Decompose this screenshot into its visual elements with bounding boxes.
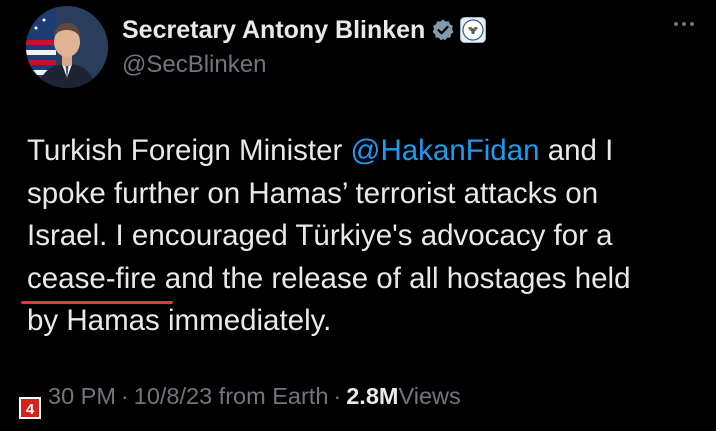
name-row: Secretary Antony Blinken bbox=[122, 14, 487, 46]
red-underline-annotation bbox=[21, 301, 173, 304]
display-name[interactable]: Secretary Antony Blinken bbox=[122, 16, 425, 45]
tweet-card: Secretary Antony Blinken @SecBlinken Tur… bbox=[0, 0, 716, 431]
highlighted-phrase: cease-fire bbox=[21, 258, 173, 304]
tweet-date-source[interactable]: 10/8/23 from Earth bbox=[134, 383, 329, 410]
annotation-marker: 4 bbox=[19, 397, 41, 419]
tweet-text-segment: Turkish Foreign Minister bbox=[27, 134, 351, 167]
state-department-seal-icon[interactable] bbox=[460, 17, 487, 43]
more-dot-icon bbox=[674, 22, 678, 26]
author-block: Secretary Antony Blinken @SecBlinken bbox=[122, 14, 487, 79]
tweet-line: spoke further on Hamas’ terrorist attack… bbox=[27, 176, 599, 210]
meta-separator: · bbox=[333, 383, 342, 409]
tweet-text: Turkish Foreign Minister @HakanFidan and… bbox=[21, 130, 687, 343]
more-options-icon[interactable] bbox=[674, 22, 694, 26]
tweet-time[interactable]: 30 PM bbox=[48, 383, 116, 410]
tweet-text-segment: and the release of all hostages held bbox=[156, 261, 631, 295]
tweet-text-segment: and I bbox=[539, 134, 614, 167]
tweet-line: Israel. I encouraged Türkiye's advocacy … bbox=[27, 219, 613, 252]
views-label: Views bbox=[398, 383, 461, 409]
mention-link[interactable]: @HakanFidan bbox=[351, 134, 540, 167]
tweet-line: cease-fire and the release of all hostag… bbox=[21, 258, 687, 304]
tweet-line: Turkish Foreign Minister @HakanFidan and… bbox=[27, 130, 687, 173]
profile-photo-icon bbox=[26, 6, 108, 88]
highlighted-text: cease-fire bbox=[27, 261, 157, 295]
views-count[interactable]: 2.8M bbox=[346, 383, 398, 410]
tweet-line: by Hamas immediately. bbox=[27, 304, 332, 337]
tweet-meta: 30 PM · 10/8/23 from Earth · 2.8M Views bbox=[48, 383, 461, 410]
meta-separator: · bbox=[120, 383, 129, 409]
handle[interactable]: @SecBlinken bbox=[122, 51, 486, 79]
more-dot-icon bbox=[690, 22, 694, 26]
avatar[interactable] bbox=[26, 6, 108, 88]
verified-badge-icon[interactable] bbox=[431, 18, 455, 42]
more-dot-icon bbox=[682, 22, 686, 26]
